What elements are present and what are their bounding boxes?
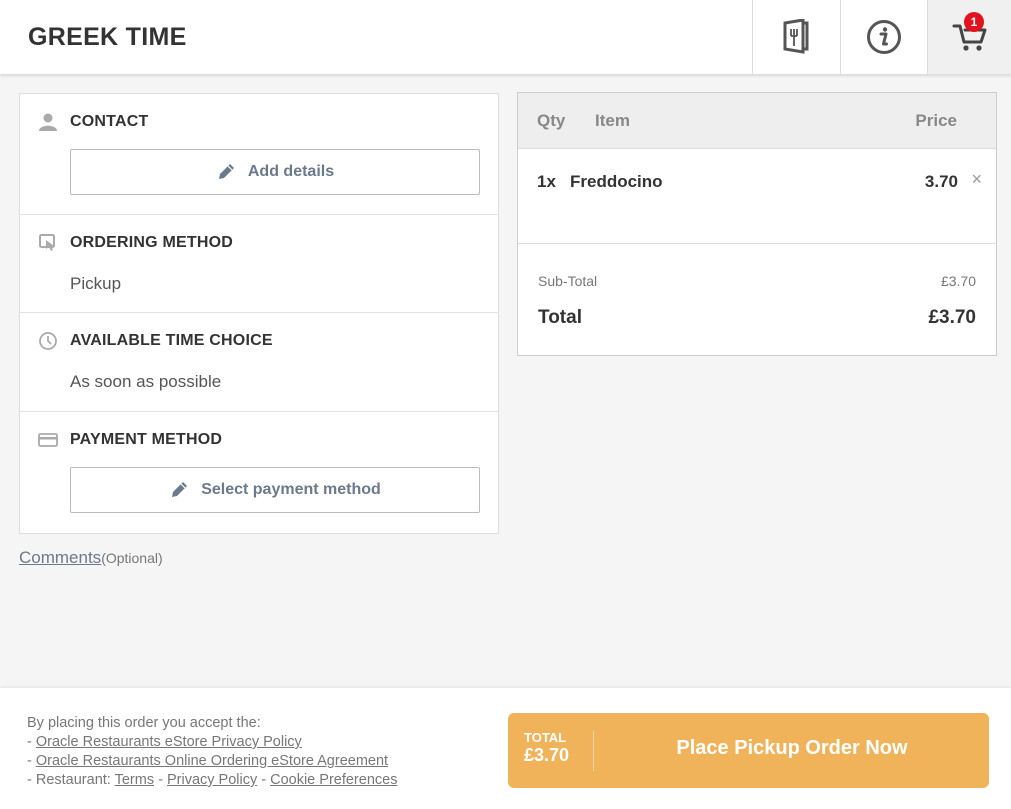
- item-name[interactable]: Freddocino: [570, 172, 663, 192]
- ordering-method-section: ORDERING METHOD Pickup: [20, 215, 498, 313]
- legal-notice: By placing this order you accept the: - …: [27, 714, 397, 790]
- separator: -: [257, 772, 271, 788]
- info-button[interactable]: [840, 0, 927, 74]
- card-icon: [38, 433, 58, 447]
- footer: By placing this order you accept the: - …: [0, 688, 1011, 809]
- button-total-label: TOTAL: [524, 730, 567, 745]
- clock-icon: [39, 332, 57, 350]
- ordering-method-title: ORDERING METHOD: [70, 234, 233, 251]
- legal-intro: By placing this order you accept the:: [27, 715, 261, 731]
- person-icon: [39, 113, 57, 131]
- item-price: 3.70: [924, 172, 958, 191]
- item-header: Item: [595, 111, 630, 130]
- dash: -: [27, 734, 36, 750]
- item-qty: 1x: [537, 172, 556, 191]
- payment-section: PAYMENT METHOD Select payment method: [20, 412, 498, 533]
- place-order-button[interactable]: TOTAL £3.70 Place Pickup Order Now: [508, 713, 989, 788]
- cart-count-badge: 1: [964, 12, 984, 32]
- remove-item-button[interactable]: ×: [971, 169, 982, 190]
- restaurant-privacy-link[interactable]: Privacy Policy: [167, 772, 257, 788]
- time-choice-section: AVAILABLE TIME CHOICE As soon as possibl…: [20, 313, 498, 412]
- time-choice-title: AVAILABLE TIME CHOICE: [70, 332, 273, 349]
- place-order-label: Place Pickup Order Now: [676, 737, 908, 759]
- select-payment-label: Select payment method: [201, 481, 381, 498]
- legal-line-3: - Restaurant: Terms - Privacy Policy - C…: [27, 771, 397, 790]
- order-summary: Qty Item Price 1x Freddocino 3.70 × Sub-…: [517, 92, 997, 356]
- total-value: £3.70: [928, 307, 976, 328]
- touch-icon: [39, 234, 55, 251]
- time-choice-value: As soon as possible: [70, 372, 222, 391]
- checkout-details-panel: CONTACT Add details ORDERING METHOD Pick…: [19, 93, 499, 534]
- total-label: Total: [538, 307, 582, 328]
- order-table-header: Qty Item Price: [518, 93, 996, 149]
- separator: -: [154, 772, 167, 788]
- price-header: Price: [915, 111, 957, 130]
- button-total-value: £3.70: [524, 745, 570, 765]
- pencil-icon: [172, 482, 188, 497]
- button-divider: [593, 731, 594, 771]
- contact-title: CONTACT: [70, 113, 149, 130]
- dash: -: [27, 753, 36, 769]
- menu-icon: [783, 19, 809, 54]
- legal-line-1: - Oracle Restaurants eStore Privacy Poli…: [27, 733, 397, 752]
- cart-button[interactable]: 1: [927, 0, 1011, 74]
- info-icon: [867, 20, 901, 54]
- header: GREEK TIME 1: [0, 0, 1011, 75]
- legal-line-2: - Oracle Restaurants Online Ordering eSt…: [27, 752, 397, 771]
- select-payment-button[interactable]: Select payment method: [70, 467, 480, 513]
- terms-link[interactable]: Terms: [115, 772, 154, 788]
- add-details-button[interactable]: Add details: [70, 149, 480, 195]
- payment-title: PAYMENT METHOD: [70, 431, 223, 448]
- order-item-row: 1x Freddocino 3.70 ×: [518, 149, 996, 244]
- estore-privacy-link[interactable]: Oracle Restaurants eStore Privacy Policy: [36, 734, 302, 750]
- contact-section: CONTACT Add details: [20, 94, 498, 215]
- add-details-label: Add details: [247, 163, 335, 180]
- comments: Comments(Optional): [19, 548, 163, 568]
- button-total: TOTAL £3.70: [524, 730, 570, 766]
- menu-button[interactable]: [752, 0, 839, 74]
- comments-optional: (Optional): [101, 550, 163, 566]
- estore-agreement-link[interactable]: Oracle Restaurants Online Ordering eStor…: [36, 753, 388, 769]
- subtotal-label: Sub-Total: [538, 273, 598, 289]
- subtotal-value: £3.70: [940, 273, 976, 289]
- pencil-icon: [218, 164, 234, 179]
- ordering-method-value: Pickup: [70, 274, 122, 293]
- qty-header: Qty: [537, 111, 566, 130]
- restaurant-prefix: - Restaurant:: [27, 772, 115, 788]
- cookie-preferences-link[interactable]: Cookie Preferences: [270, 772, 397, 788]
- comments-link[interactable]: Comments: [19, 548, 101, 567]
- restaurant-title: GREEK TIME: [28, 23, 187, 51]
